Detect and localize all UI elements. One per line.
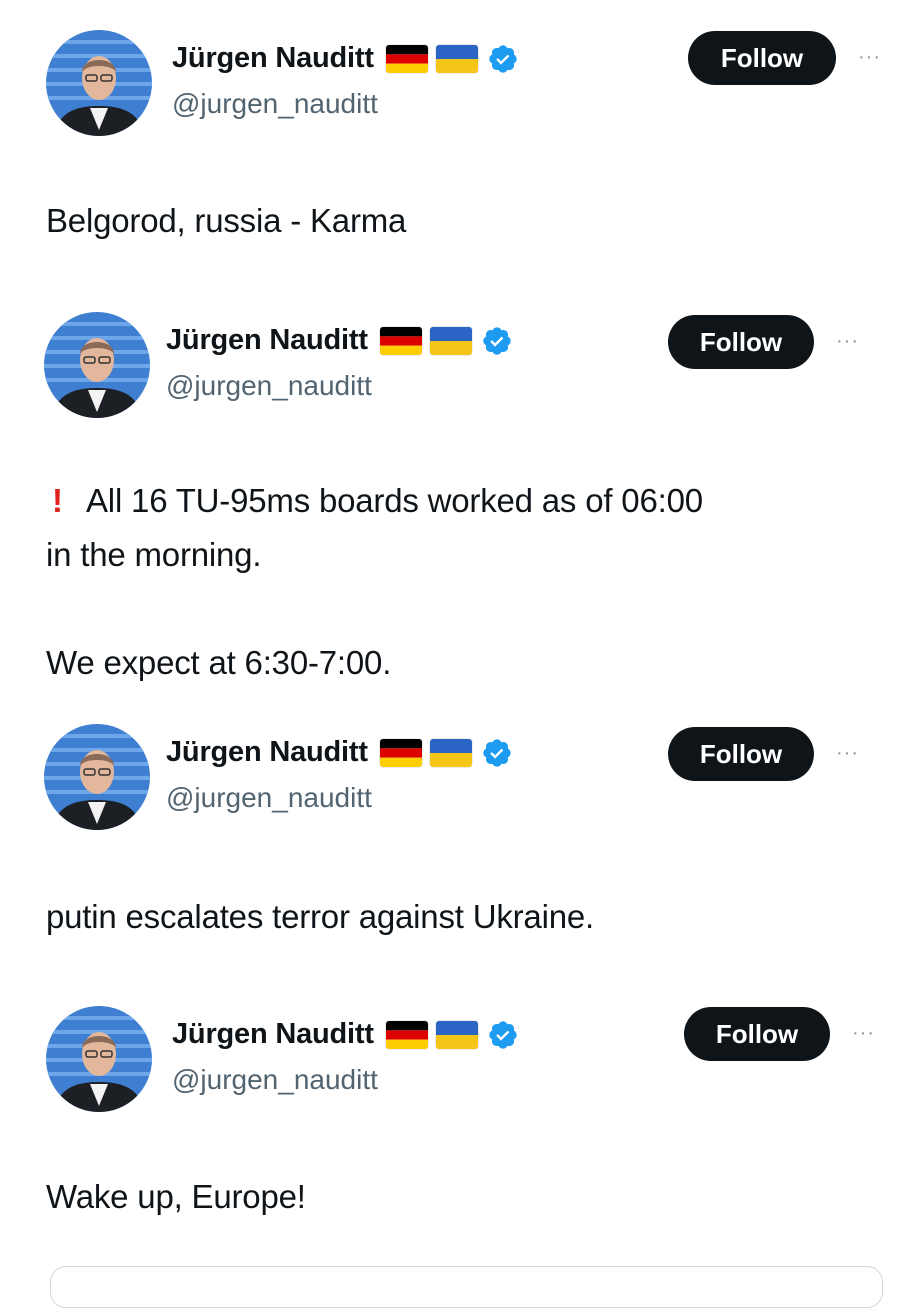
more-options-icon[interactable]: ··· (836, 330, 859, 353)
avatar[interactable] (46, 30, 152, 136)
more-options-icon[interactable]: ··· (836, 742, 859, 765)
more-options-icon[interactable]: ··· (858, 46, 881, 69)
ukraine-flag-icon (435, 1020, 478, 1049)
next-card-edge (50, 1266, 883, 1308)
tweet-text-segment: All 16 TU-95ms boards worked as of 06:00 (86, 482, 703, 519)
tweet-text-line: in the morning. (46, 536, 262, 573)
follow-button[interactable]: Follow (688, 31, 836, 85)
author-row: Jürgen Nauditt (172, 42, 519, 75)
tweet-text: putin escalates terror against Ukraine. (46, 890, 873, 944)
author-row: Jürgen Nauditt (166, 736, 513, 769)
author-name[interactable]: Jürgen Nauditt (166, 736, 368, 769)
exclamation-emoji-icon: ! (52, 482, 63, 519)
follow-button[interactable]: Follow (668, 315, 814, 369)
avatar[interactable] (46, 1006, 152, 1112)
germany-flag-icon (379, 326, 422, 355)
germany-flag-icon (385, 44, 428, 73)
author-handle[interactable]: @jurgen_nauditt (172, 1064, 378, 1096)
ukraine-flag-icon (435, 44, 478, 73)
avatar[interactable] (44, 724, 150, 830)
ukraine-flag-icon (429, 326, 472, 355)
author-handle[interactable]: @jurgen_nauditt (166, 782, 372, 814)
author-row: Jürgen Nauditt (172, 1018, 519, 1051)
germany-flag-icon (379, 738, 422, 767)
author-handle[interactable]: @jurgen_nauditt (172, 88, 378, 120)
tweet-text-line: Wake up, Europe! (46, 1178, 306, 1215)
author-handle[interactable]: @jurgen_nauditt (166, 370, 372, 402)
verified-badge-icon[interactable] (481, 737, 513, 769)
tweet-text-line: Belgorod, russia - Karma (46, 202, 407, 239)
tweet-text: Belgorod, russia - Karma (46, 194, 873, 248)
tweet-text-line: We expect at 6:30-7:00. (46, 644, 392, 681)
tweet-text-line: putin escalates terror against Ukraine. (46, 898, 594, 935)
author-name[interactable]: Jürgen Nauditt (172, 1018, 374, 1051)
author-name[interactable]: Jürgen Nauditt (166, 324, 368, 357)
avatar[interactable] (44, 312, 150, 418)
verified-badge-icon[interactable] (487, 43, 519, 75)
verified-badge-icon[interactable] (487, 1019, 519, 1051)
follow-button[interactable]: Follow (684, 1007, 830, 1061)
tweet: Jürgen Nauditt @jurgen_nauditt Follow ··… (0, 0, 913, 300)
tweet-text: Wake up, Europe! (46, 1170, 873, 1224)
tweet-text: ! All 16 TU-95ms boards worked as of 06:0… (46, 474, 873, 690)
follow-button[interactable]: Follow (668, 727, 814, 781)
tweet-text-line: ! All 16 TU-95ms boards worked as of 06:0… (46, 474, 873, 528)
author-row: Jürgen Nauditt (166, 324, 513, 357)
germany-flag-icon (385, 1020, 428, 1049)
more-options-icon[interactable]: ··· (852, 1022, 875, 1045)
verified-badge-icon[interactable] (481, 325, 513, 357)
author-name[interactable]: Jürgen Nauditt (172, 42, 374, 75)
ukraine-flag-icon (429, 738, 472, 767)
